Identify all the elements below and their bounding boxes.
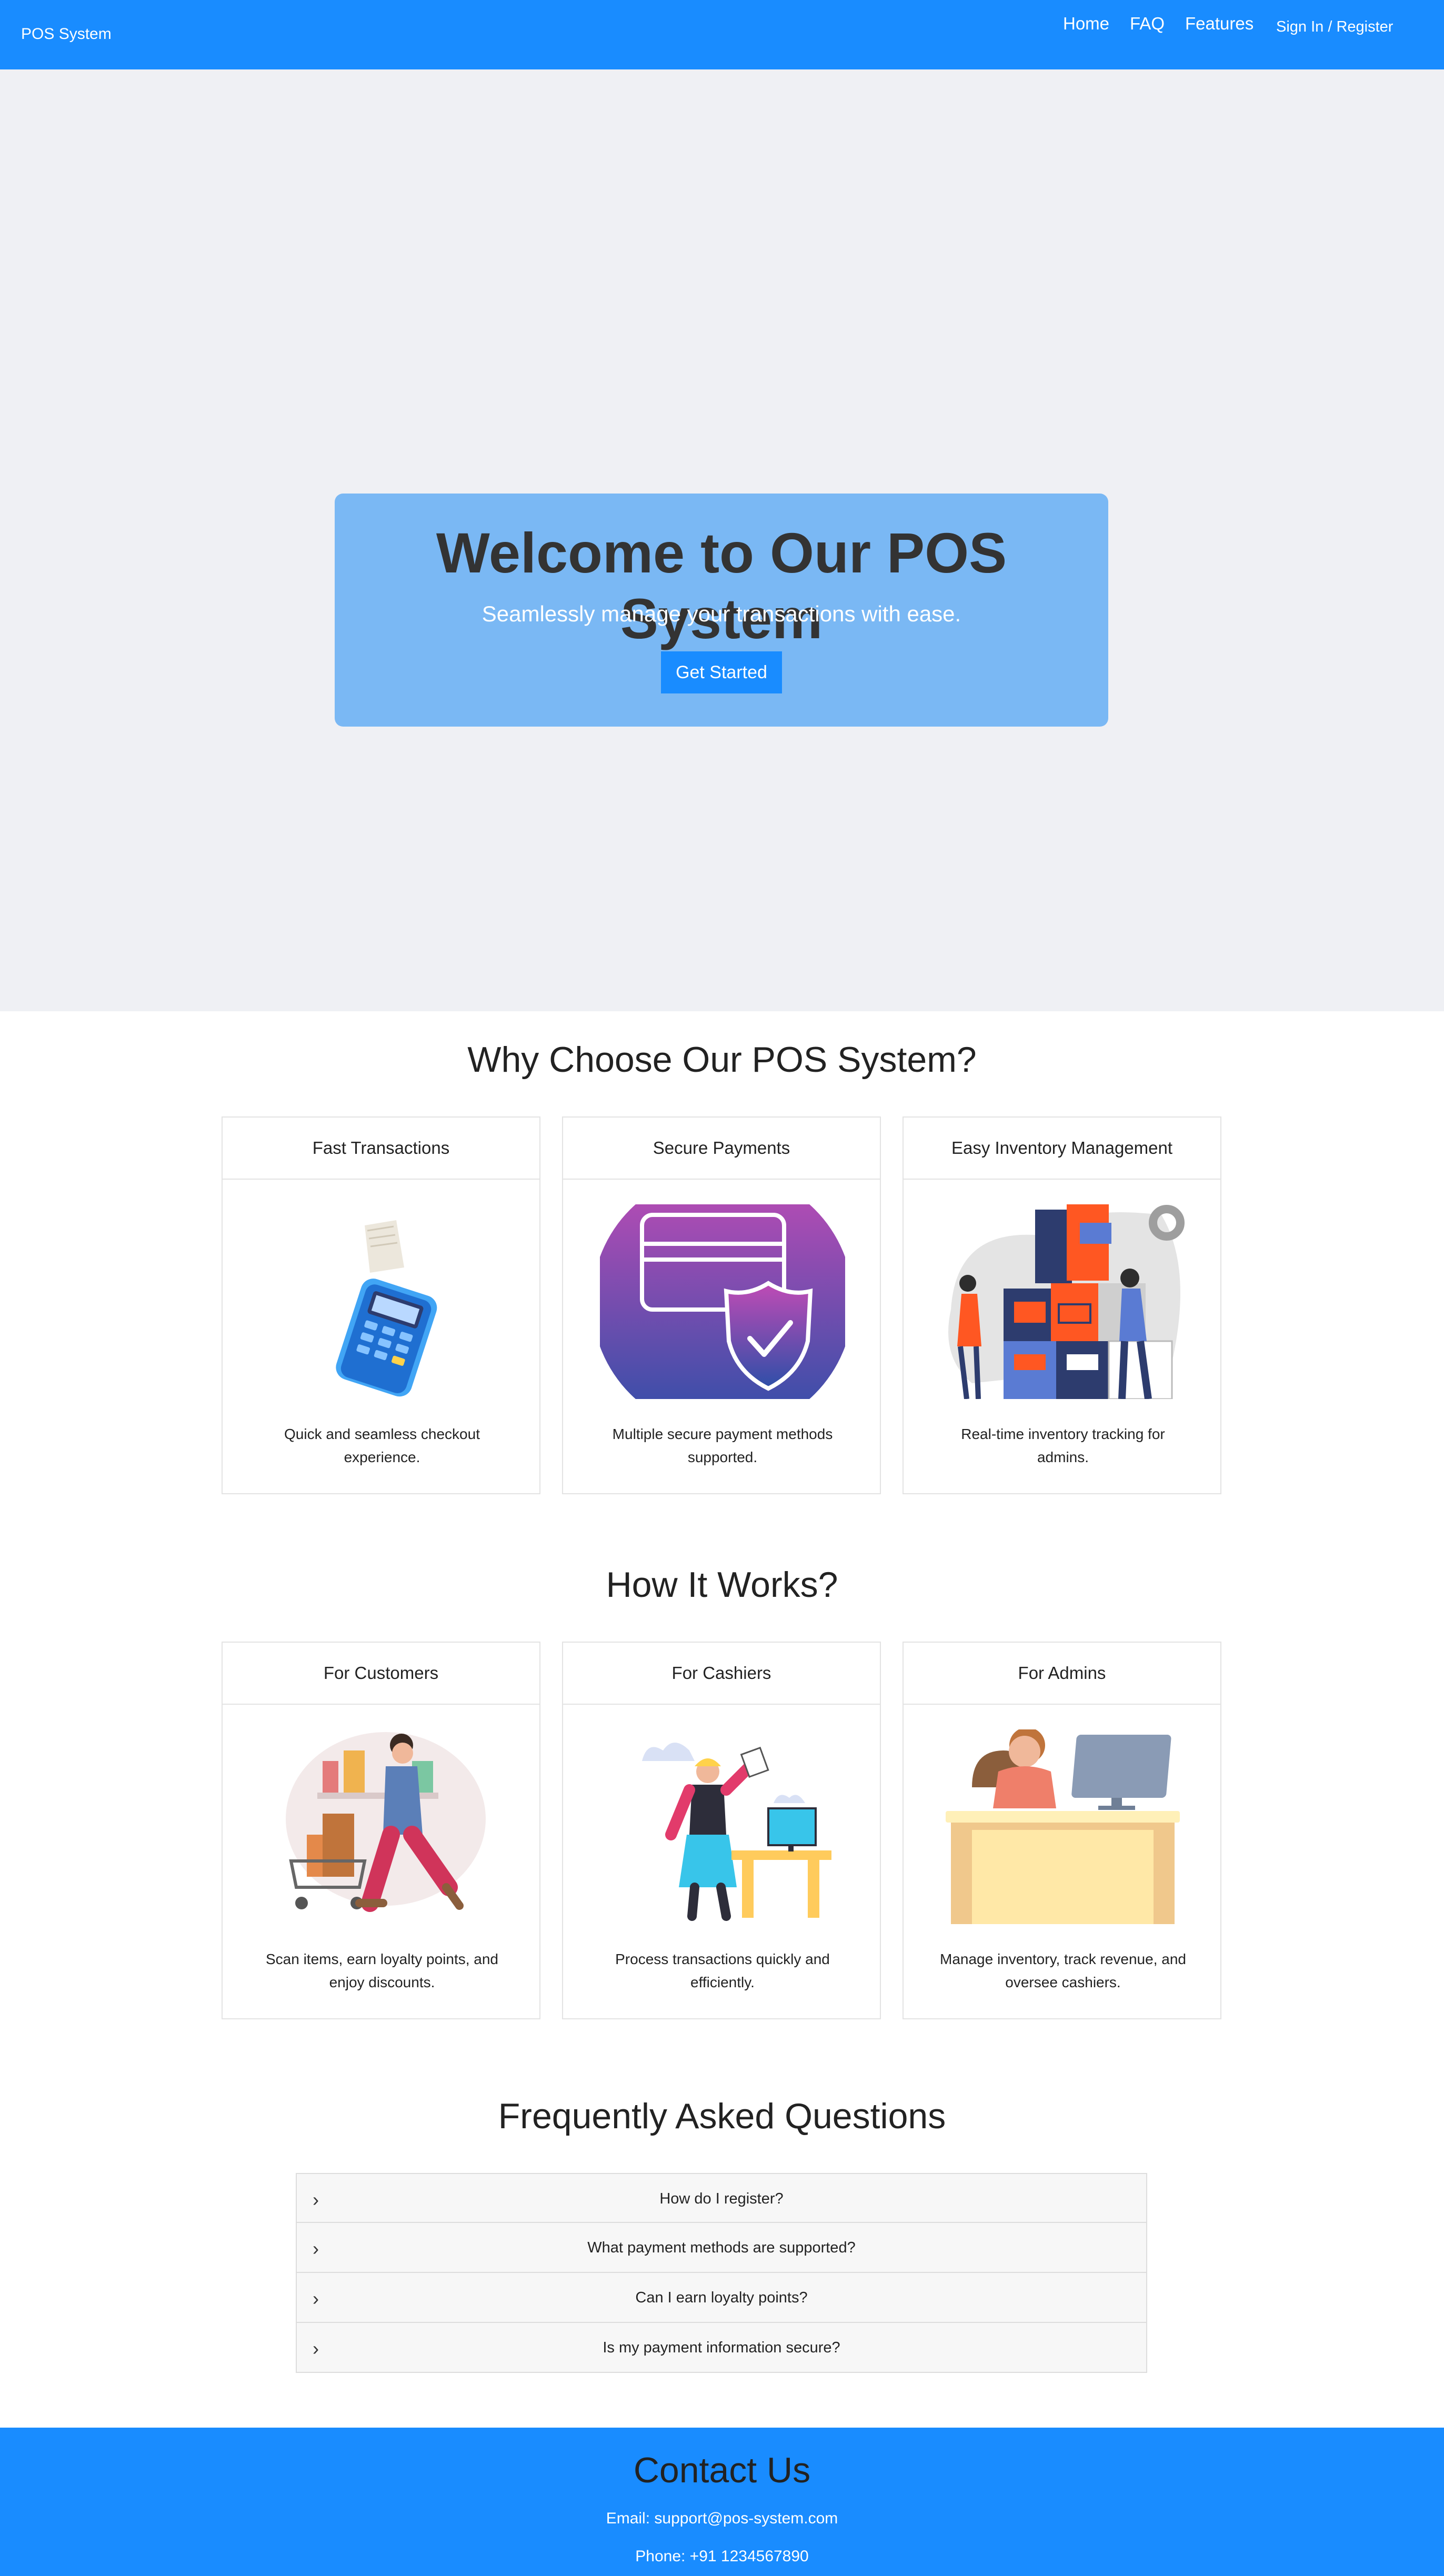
nav-home-link[interactable]: Home <box>1063 14 1109 34</box>
card-description: Real-time inventory tracking for admins. <box>961 1426 1165 1465</box>
card-payment-terminal-icon <box>336 1220 437 1397</box>
contact-phone[interactable]: Phone: +91 1234567890 <box>0 2548 1444 2565</box>
feature-card-fast-transactions: Fast Transactions Quick and seamless che… <box>222 1116 540 1494</box>
contact-title: Contact Us <box>633 2450 811 2490</box>
credit-card-shield-icon <box>600 1204 845 1399</box>
faq-item[interactable]: › Is my payment information secure? <box>296 2323 1147 2373</box>
card-description: Scan items, earn loyalty points, and enj… <box>265 1951 498 1990</box>
admin-desk-icon <box>946 1729 1180 1924</box>
how-card-customers: For Customers Scan items, earn loyalty p… <box>222 1642 540 2019</box>
nav-features-link[interactable]: Features <box>1185 14 1254 34</box>
faq-question[interactable]: Is my payment information secure? <box>297 2323 1146 2373</box>
card-title: For Cashiers <box>563 1643 880 1705</box>
hero-section: Welcome to Our POS System Seamlessly man… <box>0 69 1444 1011</box>
card-title: For Customers <box>223 1643 539 1705</box>
navbar: POS System Home FAQ Features Sign In / R… <box>0 0 1444 69</box>
card-title: For Admins <box>904 1643 1220 1705</box>
faq-question[interactable]: Can I earn loyalty points? <box>297 2273 1146 2323</box>
card-description: Process transactions quickly and efficie… <box>615 1951 830 1990</box>
hero-title: Welcome to Our POS System <box>436 521 1007 650</box>
card-description: Multiple secure payment methods supporte… <box>612 1426 833 1465</box>
brand-link[interactable]: POS System <box>21 25 112 43</box>
faq-question[interactable]: What payment methods are supported? <box>297 2223 1146 2273</box>
card-title: Secure Payments <box>563 1118 880 1180</box>
feature-card-inventory: Easy Inventory Management Real-time inve… <box>902 1116 1221 1494</box>
faq-item[interactable]: › Can I earn loyalty points? <box>296 2273 1147 2323</box>
card-title: Easy Inventory Management <box>904 1118 1220 1180</box>
how-card-admins: For Admins Manage inventory, track reven… <box>902 1642 1221 2019</box>
inventory-boxes-icon <box>948 1204 1185 1399</box>
faq-question[interactable]: How do I register? <box>297 2174 1146 2224</box>
contact-footer: Contact Us Email: support@pos-system.com… <box>0 2428 1444 2576</box>
card-description: Manage inventory, track revenue, and ove… <box>940 1951 1186 1990</box>
faq-item[interactable]: › What payment methods are supported? <box>296 2223 1147 2273</box>
signin-register-button[interactable]: Sign In / Register <box>1276 18 1393 36</box>
shopper-cart-icon <box>286 1732 486 1912</box>
contact-email[interactable]: Email: support@pos-system.com <box>0 2510 1444 2528</box>
faq-accordion: › How do I register? › What payment meth… <box>296 2173 1147 2373</box>
faq-item[interactable]: › How do I register? <box>296 2173 1147 2223</box>
how-section-title: How It Works? <box>606 1565 838 1605</box>
card-title: Fast Transactions <box>223 1118 539 1180</box>
card-description: Quick and seamless checkout experience. <box>284 1426 480 1465</box>
faq-section-title: Frequently Asked Questions <box>498 2096 946 2136</box>
nav-faq-link[interactable]: FAQ <box>1130 14 1165 34</box>
how-card-cashiers: For Cashiers Process transactions quickl… <box>562 1642 881 2019</box>
cashier-counter-icon <box>642 1743 831 1921</box>
why-section-title: Why Choose Our POS System? <box>467 1040 977 1080</box>
get-started-button[interactable]: Get Started <box>661 651 782 693</box>
feature-card-secure-payments: Secure Payments Multiple secure payment … <box>562 1116 881 1494</box>
hero-card: Welcome to Our POS System Seamlessly man… <box>335 494 1108 727</box>
hero-subtitle: Seamlessly manage your transactions with… <box>482 601 961 626</box>
